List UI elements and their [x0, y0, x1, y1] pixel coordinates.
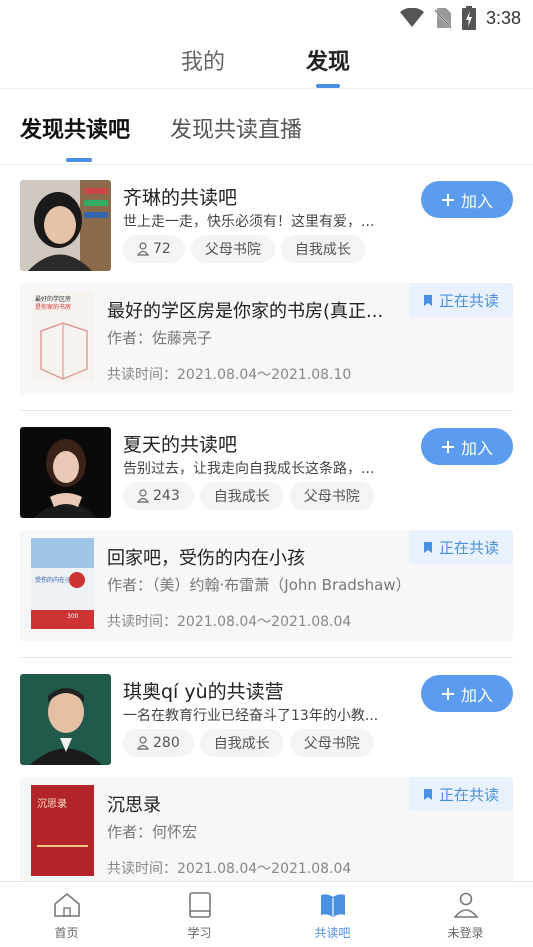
reading-status-label: 正在共读 — [438, 291, 499, 310]
member-count-badge: 72 — [123, 235, 185, 263]
member-count: 243 — [153, 488, 180, 504]
status-bar: 3:38 — [0, 0, 533, 36]
book-cover[interactable]: 沉思录 — [31, 785, 94, 876]
join-button[interactable]: 加入 — [421, 428, 513, 465]
nav-label: 未登录 — [447, 926, 484, 940]
club-avatar[interactable] — [20, 427, 111, 518]
book-author: 作者：佐藤亮子 — [107, 329, 213, 347]
club-tag[interactable]: 父母书院 — [289, 729, 374, 757]
club-description: 世上走一走，快乐必须有！这里有爱，... — [123, 214, 375, 230]
member-count: 72 — [153, 241, 171, 257]
svg-text:300: 300 — [67, 613, 79, 620]
open-book-icon — [318, 890, 348, 920]
tab-mine[interactable]: 我的 — [181, 44, 225, 76]
bookmark-icon — [423, 788, 432, 800]
club-tags: 72 父母书院 自我成长 — [123, 235, 365, 263]
club-card[interactable]: 夏天的共读吧 告别过去，让我走向自我成长这条路，... 243 自我成长 父母书… — [0, 412, 533, 658]
plus-icon — [441, 687, 454, 700]
club-tag[interactable]: 自我成长 — [280, 235, 365, 263]
sub-tab-indicator — [66, 158, 92, 162]
current-book[interactable]: 受伤的内在小孩 300 回家吧，受伤的内在小孩 作者：（美）约翰·布雷萧（Joh… — [20, 530, 513, 641]
tab-discover-live[interactable]: 发现共读直播 — [170, 112, 302, 144]
sub-tab-bar: 发现共读吧 发现共读直播 — [0, 112, 533, 162]
svg-text:是你家的书房: 是你家的书房 — [35, 303, 71, 311]
book-cover[interactable]: 最好的学区房 是你家的书房 — [31, 291, 94, 382]
bottom-nav: 首页 学习 共读吧 未登录 — [0, 881, 533, 947]
bookmark-icon — [423, 294, 432, 306]
member-count-badge: 280 — [123, 729, 194, 757]
club-name[interactable]: 夏天的共读吧 — [123, 430, 237, 457]
plus-icon — [441, 440, 454, 453]
club-tag[interactable]: 自我成长 — [199, 482, 284, 510]
tab-discover[interactable]: 发现 — [306, 44, 350, 76]
club-name[interactable]: 琪奥qí yù的共读营 — [123, 677, 284, 704]
svg-text:沉思录: 沉思录 — [37, 797, 67, 810]
book-title[interactable]: 最好的学区房是你家的书房(真正... — [107, 297, 397, 323]
wifi-icon — [399, 8, 424, 27]
book-title[interactable]: 回家吧，受伤的内在小孩 — [107, 544, 397, 570]
book-icon — [185, 890, 215, 920]
club-avatar[interactable] — [20, 674, 111, 765]
club-tags: 280 自我成长 父母书院 — [123, 729, 374, 757]
divider — [20, 657, 513, 658]
divider — [20, 410, 513, 411]
club-description: 一名在教育行业已经奋斗了13年的小教... — [123, 708, 379, 724]
tab-discover-clubs[interactable]: 发现共读吧 — [20, 112, 130, 144]
nav-study[interactable]: 学习 — [133, 882, 266, 947]
reading-status-badge: 正在共读 — [409, 283, 513, 317]
person-icon — [137, 736, 149, 750]
book-author: 作者：（美）约翰·布雷萧（John Bradshaw） — [107, 576, 411, 594]
divider — [0, 88, 533, 89]
book-title[interactable]: 沉思录 — [107, 791, 397, 817]
svg-text:最好的学区房: 最好的学区房 — [35, 295, 71, 303]
nav-label: 首页 — [54, 926, 79, 940]
current-book[interactable]: 最好的学区房 是你家的书房 最好的学区房是你家的书房(真正... 作者：佐藤亮子… — [20, 283, 513, 394]
nav-reading-club[interactable]: 共读吧 — [266, 882, 399, 947]
bookmark-icon — [423, 541, 432, 553]
club-tag[interactable]: 自我成长 — [199, 729, 284, 757]
nav-profile[interactable]: 未登录 — [399, 882, 532, 947]
reading-period: 共读时间：2021.08.04～2021.08.04 — [107, 614, 352, 630]
book-cover[interactable]: 受伤的内在小孩 300 — [31, 538, 94, 629]
person-icon — [137, 489, 149, 503]
club-tag[interactable]: 父母书院 — [289, 482, 374, 510]
nav-label: 学习 — [187, 926, 212, 940]
join-button[interactable]: 加入 — [421, 675, 513, 712]
club-card[interactable]: 齐琳的共读吧 世上走一走，快乐必须有！这里有爱，... 72 父母书院 自我成长… — [0, 165, 533, 411]
plus-icon — [441, 193, 454, 206]
join-button[interactable]: 加入 — [421, 181, 513, 218]
club-feed[interactable]: 齐琳的共读吧 世上走一走，快乐必须有！这里有爱，... 72 父母书院 自我成长… — [0, 165, 533, 881]
reading-status-badge: 正在共读 — [409, 530, 513, 564]
reading-period: 共读时间：2021.08.04～2021.08.04 — [107, 861, 352, 877]
current-book[interactable]: 沉思录 沉思录 作者：何怀宏 共读时间：2021.08.04～2021.08.0… — [20, 777, 513, 881]
status-time: 3:38 — [485, 7, 521, 28]
club-avatar[interactable] — [20, 180, 111, 271]
join-button-label: 加入 — [460, 438, 493, 458]
no-sim-icon — [434, 8, 452, 29]
nav-home[interactable]: 首页 — [0, 882, 133, 947]
person-icon — [137, 242, 149, 256]
member-count-badge: 243 — [123, 482, 194, 510]
reading-status-label: 正在共读 — [438, 538, 499, 557]
user-icon — [451, 890, 481, 920]
home-icon — [52, 890, 82, 920]
join-button-label: 加入 — [460, 685, 493, 705]
club-tags: 243 自我成长 父母书院 — [123, 482, 374, 510]
reading-status-label: 正在共读 — [438, 785, 499, 804]
join-button-label: 加入 — [460, 191, 493, 211]
club-name[interactable]: 齐琳的共读吧 — [123, 183, 237, 210]
top-tab-bar: 我的 发现 — [0, 44, 533, 88]
club-description: 告别过去，让我走向自我成长这条路，... — [123, 461, 375, 477]
battery-charging-icon — [461, 6, 476, 30]
book-author: 作者：何怀宏 — [107, 823, 198, 841]
club-card[interactable]: 琪奥qí yù的共读营 一名在教育行业已经奋斗了13年的小教... 280 自我… — [0, 659, 533, 881]
reading-period: 共读时间：2021.08.04～2021.08.10 — [107, 367, 352, 383]
nav-label: 共读吧 — [314, 926, 351, 940]
reading-status-badge: 正在共读 — [409, 777, 513, 811]
club-tag[interactable]: 父母书院 — [190, 235, 275, 263]
member-count: 280 — [153, 735, 180, 751]
